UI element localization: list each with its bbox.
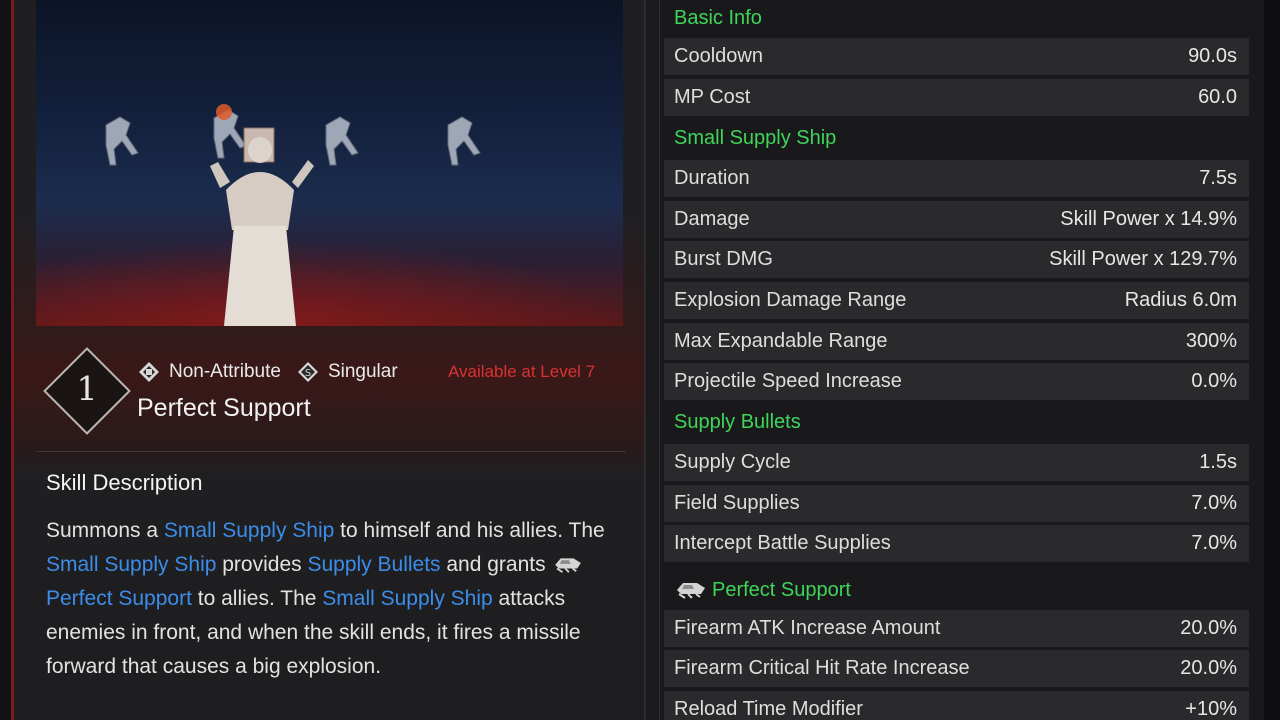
- stat-value: +10%: [1185, 698, 1237, 720]
- stat-label: Firearm Critical Hit Rate Increase: [674, 657, 970, 680]
- stat-label: Max Expandable Range: [674, 330, 887, 353]
- supply-ship-icon: [555, 558, 582, 573]
- stat-label: Reload Time Modifier: [674, 698, 863, 720]
- stats-section-header: Perfect Support: [664, 570, 1249, 607]
- skill-detail-panel: 1 Non-Attribute S Singular Available at …: [14, 0, 644, 720]
- stat-label: Explosion Damage Range: [674, 289, 906, 312]
- stat-value: 90.0s: [1188, 45, 1237, 67]
- label-text: Supply Bullets: [674, 411, 801, 433]
- stat-label: Damage: [674, 208, 750, 231]
- stat-value: 20.0%: [1180, 617, 1237, 639]
- supply-ship-icon: [677, 582, 705, 599]
- label-text: Cooldown: [674, 45, 763, 67]
- label-text: Reload Time Modifier: [674, 698, 863, 720]
- label-text: Small Supply Ship: [674, 127, 837, 149]
- label-text: Intercept Battle Supplies: [674, 532, 891, 554]
- svg-text:S: S: [305, 368, 311, 379]
- stat-value: 7.0%: [1191, 492, 1237, 514]
- description-title: Skill Description: [46, 470, 203, 495]
- skill-preview-video[interactable]: [36, 0, 623, 326]
- label-text: Max Expandable Range: [674, 330, 888, 352]
- label-text: Firearm Critical Hit Rate Increase: [674, 657, 970, 679]
- stat-label: Cooldown: [674, 45, 763, 68]
- section-title: Basic Info: [674, 7, 762, 30]
- label-text: Projectile Speed Increase: [674, 370, 902, 392]
- label-text: Duration: [674, 167, 750, 189]
- stat-row: Damage Skill Power x 14.9%: [664, 201, 1249, 238]
- stat-row: Supply Cycle 1.5s: [664, 444, 1249, 481]
- label-text: Explosion Damage Range: [674, 289, 907, 311]
- stats-section-header: Basic Info: [664, 0, 1249, 37]
- keyword-link[interactable]: Supply Bullets: [307, 553, 440, 576]
- frame-edge-right: [1264, 0, 1280, 720]
- section-divider: [36, 451, 626, 452]
- singular-type-icon: S: [297, 362, 318, 382]
- stat-label: MP Cost: [674, 86, 750, 109]
- stat-label: Field Supplies: [674, 492, 800, 515]
- skill-slot-number: 1: [76, 369, 98, 408]
- skill-description-text: Summons a Small Supply Ship to himself a…: [46, 514, 616, 684]
- stat-value: 60.0: [1198, 86, 1237, 108]
- stat-row: Firearm Critical Hit Rate Increase 20.0%: [664, 650, 1249, 687]
- stats-section-header: Supply Bullets: [664, 404, 1249, 441]
- stat-value: Radius 6.0m: [1124, 289, 1237, 311]
- skill-type-label: Singular: [327, 361, 398, 382]
- keyword-link[interactable]: Small Supply Ship: [164, 519, 334, 542]
- label-text: Perfect Support: [712, 578, 851, 601]
- stat-label: Supply Cycle: [674, 451, 791, 474]
- stat-row: Field Supplies 7.0%: [664, 485, 1249, 522]
- keyword-link[interactable]: Small Supply Ship: [46, 553, 216, 576]
- keyword-link[interactable]: Small Supply Ship: [322, 587, 492, 610]
- stat-label: Intercept Battle Supplies: [674, 532, 891, 555]
- description-segment: to allies. The: [191, 587, 323, 610]
- stat-label: Firearm ATK Increase Amount: [674, 617, 940, 640]
- stat-value: 7.0%: [1191, 532, 1237, 554]
- section-title: Perfect Support: [674, 576, 851, 602]
- label-text: MP Cost: [674, 86, 751, 108]
- section-title: Small Supply Ship: [674, 127, 836, 150]
- stat-value: 1.5s: [1199, 451, 1237, 473]
- description-segment: to himself and his allies. The: [334, 519, 605, 542]
- availability-notice: Available at Level 7: [448, 362, 596, 381]
- stat-value: 7.5s: [1199, 167, 1237, 189]
- stat-value: Skill Power x 129.7%: [1049, 248, 1237, 270]
- stat-value: 20.0%: [1180, 657, 1237, 679]
- stat-row: Reload Time Modifier +10%: [664, 691, 1249, 720]
- stat-value: 0.0%: [1191, 370, 1237, 392]
- non-attribute-icon: [139, 362, 159, 382]
- label-text: Supply Cycle: [674, 451, 791, 473]
- description-segment: Summons a: [46, 519, 164, 542]
- skill-name: Perfect Support: [137, 394, 311, 422]
- keyword-link[interactable]: Perfect Support: [46, 587, 192, 610]
- stat-row: Explosion Damage Range Radius 6.0m: [664, 282, 1249, 319]
- stat-label: Burst DMG: [674, 248, 773, 271]
- stat-row: Projectile Speed Increase 0.0%: [664, 363, 1249, 400]
- stat-value: Skill Power x 14.9%: [1060, 208, 1237, 230]
- section-title: Supply Bullets: [674, 411, 801, 434]
- skill-attribute-row: Non-Attribute S Singular: [138, 358, 398, 386]
- skill-preview-scene: [36, 104, 623, 326]
- description-segment: and grants: [440, 553, 552, 576]
- panel-separator: [644, 0, 646, 720]
- label-text: Basic Info: [674, 7, 762, 29]
- stat-value: 300%: [1185, 330, 1237, 352]
- label-text: Damage: [674, 208, 750, 230]
- stat-row: Firearm ATK Increase Amount 20.0%: [664, 610, 1249, 647]
- label-text: Firearm ATK Increase Amount: [674, 617, 941, 639]
- stat-row: Cooldown 90.0s: [664, 38, 1249, 75]
- stat-row: Burst DMG Skill Power x 129.7%: [664, 241, 1249, 278]
- stat-row: MP Cost 60.0: [664, 79, 1249, 116]
- label-text: Burst DMG: [674, 248, 773, 270]
- stat-label: Projectile Speed Increase: [674, 370, 902, 393]
- attribute-label: Non-Attribute: [169, 361, 281, 382]
- description-segment: provides: [216, 553, 308, 576]
- label-text: Field Supplies: [674, 492, 800, 514]
- stat-row: Duration 7.5s: [664, 160, 1249, 197]
- stat-row: Intercept Battle Supplies 7.0%: [664, 525, 1249, 562]
- stat-row: Max Expandable Range 300%: [664, 323, 1249, 360]
- stats-section-header: Small Supply Ship: [664, 120, 1249, 157]
- stat-label: Duration: [674, 167, 750, 190]
